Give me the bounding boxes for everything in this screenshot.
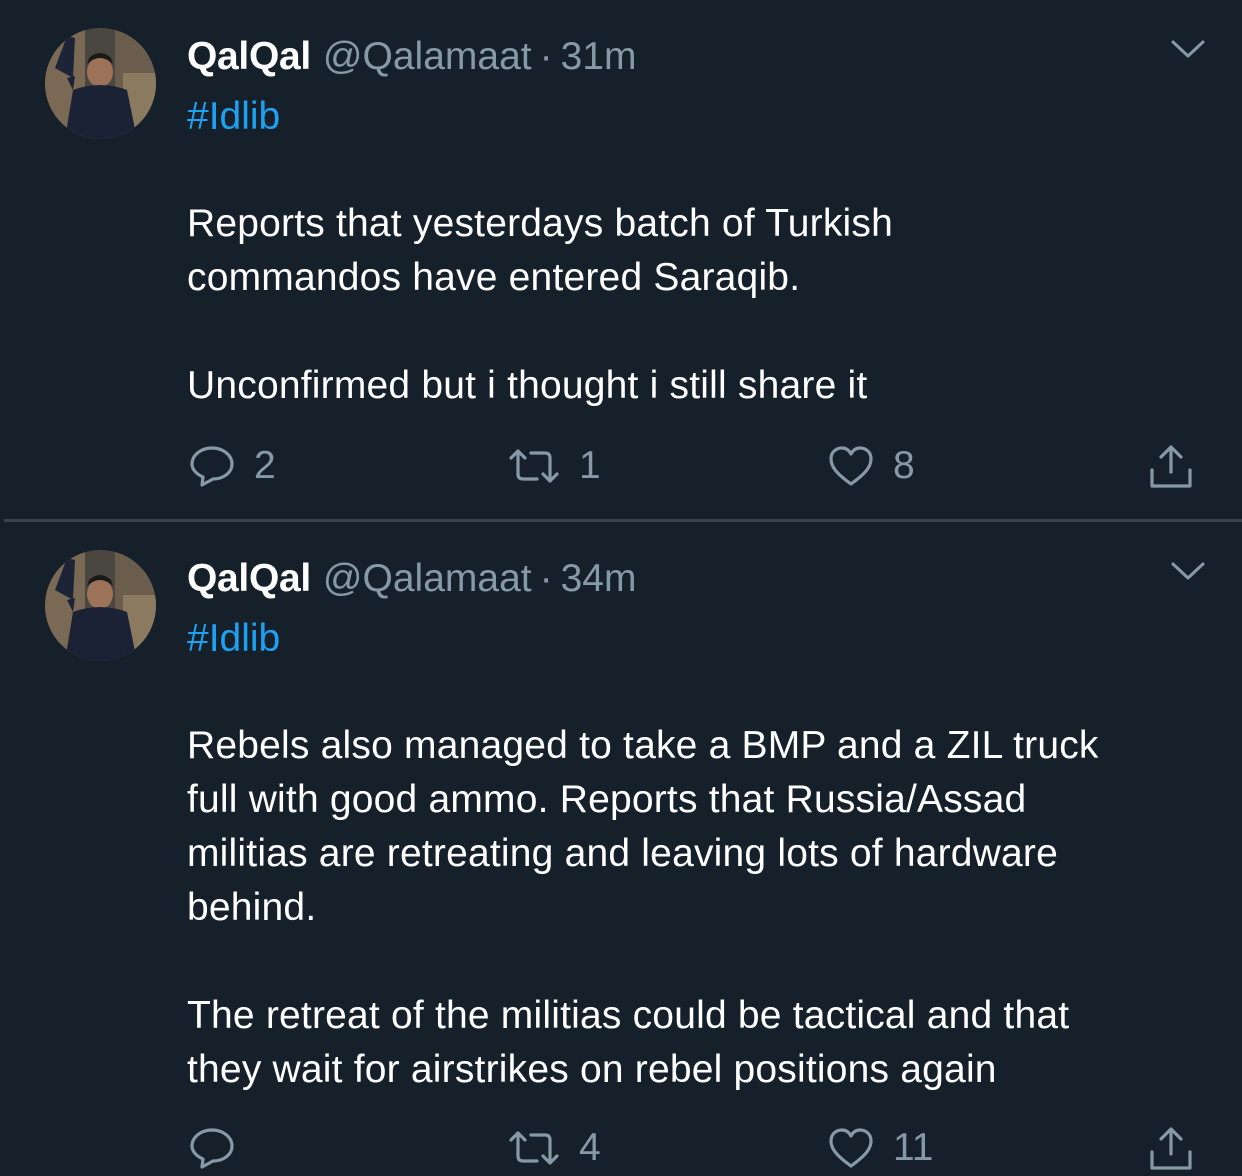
tweet-actions: 2 1 8 [0, 438, 1242, 494]
user-handle[interactable]: @Qalamaat [323, 557, 532, 600]
tweet-text-line: commandos have entered Saraqib. [187, 256, 801, 299]
hashtag-link[interactable]: #Idlib [187, 616, 280, 662]
tweet-actions: 4 11 [0, 1120, 1242, 1176]
avatar[interactable] [45, 550, 156, 661]
reply-count: 2 [254, 444, 276, 487]
timestamp[interactable]: 31m [561, 35, 637, 78]
tweet-text-line: The retreat of the militias could be tac… [187, 994, 1070, 1037]
chevron-down-icon[interactable] [1170, 560, 1206, 584]
tweet-text-line: Unconfirmed but i thought i still share … [187, 364, 868, 407]
reply-button[interactable] [188, 1120, 254, 1176]
share-button[interactable] [1147, 438, 1195, 494]
separator: · [539, 35, 553, 78]
reply-button[interactable]: 2 [188, 438, 276, 494]
reply-icon [188, 444, 236, 488]
tweet[interactable]: QalQal @Qalamaat · 34m #Idlib Rebels also m… [0, 522, 1242, 1171]
share-button[interactable] [1147, 1120, 1195, 1176]
tweet-text-line: Rebels also managed to take a BMP and a … [187, 724, 1099, 767]
tweet-text: Rebels also managed to take a BMP and a … [187, 719, 1099, 1097]
retweet-button[interactable]: 1 [507, 438, 601, 494]
tweet-header: QalQal @Qalamaat · 34m [187, 556, 636, 602]
user-handle[interactable]: @Qalamaat [323, 35, 532, 78]
heart-icon [827, 444, 875, 488]
tweet-text-line: full with good ammo. Reports that Russia… [187, 778, 1027, 821]
like-count: 11 [893, 1126, 934, 1169]
display-name[interactable]: QalQal [187, 557, 311, 600]
like-button[interactable]: 11 [827, 1120, 934, 1176]
like-button[interactable]: 8 [827, 438, 915, 494]
tweet-text-line: they wait for airstrikes on rebel positi… [187, 1048, 997, 1091]
chevron-down-icon[interactable] [1170, 38, 1206, 62]
tweet-text-line: militias are retreating and leaving lots… [187, 832, 1059, 875]
retweet-count: 4 [579, 1126, 601, 1169]
hashtag-link[interactable]: #Idlib [187, 94, 280, 140]
tweet-header: QalQal @Qalamaat · 31m [187, 34, 636, 80]
tweet-text-line: behind. [187, 886, 317, 929]
share-icon [1147, 1124, 1195, 1172]
timestamp[interactable]: 34m [561, 557, 637, 600]
retweet-icon [507, 1128, 561, 1168]
tweet-text-line: Reports that yesterdays batch of Turkish [187, 202, 894, 245]
avatar[interactable] [45, 28, 156, 139]
retweet-count: 1 [579, 444, 601, 487]
reply-icon [188, 1126, 236, 1170]
display-name[interactable]: QalQal [187, 35, 311, 78]
separator: · [539, 557, 553, 600]
retweet-icon [507, 446, 561, 486]
tweet[interactable]: QalQal @Qalamaat · 31m #Idlib Reports that … [0, 0, 1242, 520]
heart-icon [827, 1126, 875, 1170]
tweet-text: Reports that yesterdays batch of Turkish… [187, 197, 893, 413]
share-icon [1147, 442, 1195, 490]
like-count: 8 [893, 444, 915, 487]
retweet-button[interactable]: 4 [507, 1120, 601, 1176]
